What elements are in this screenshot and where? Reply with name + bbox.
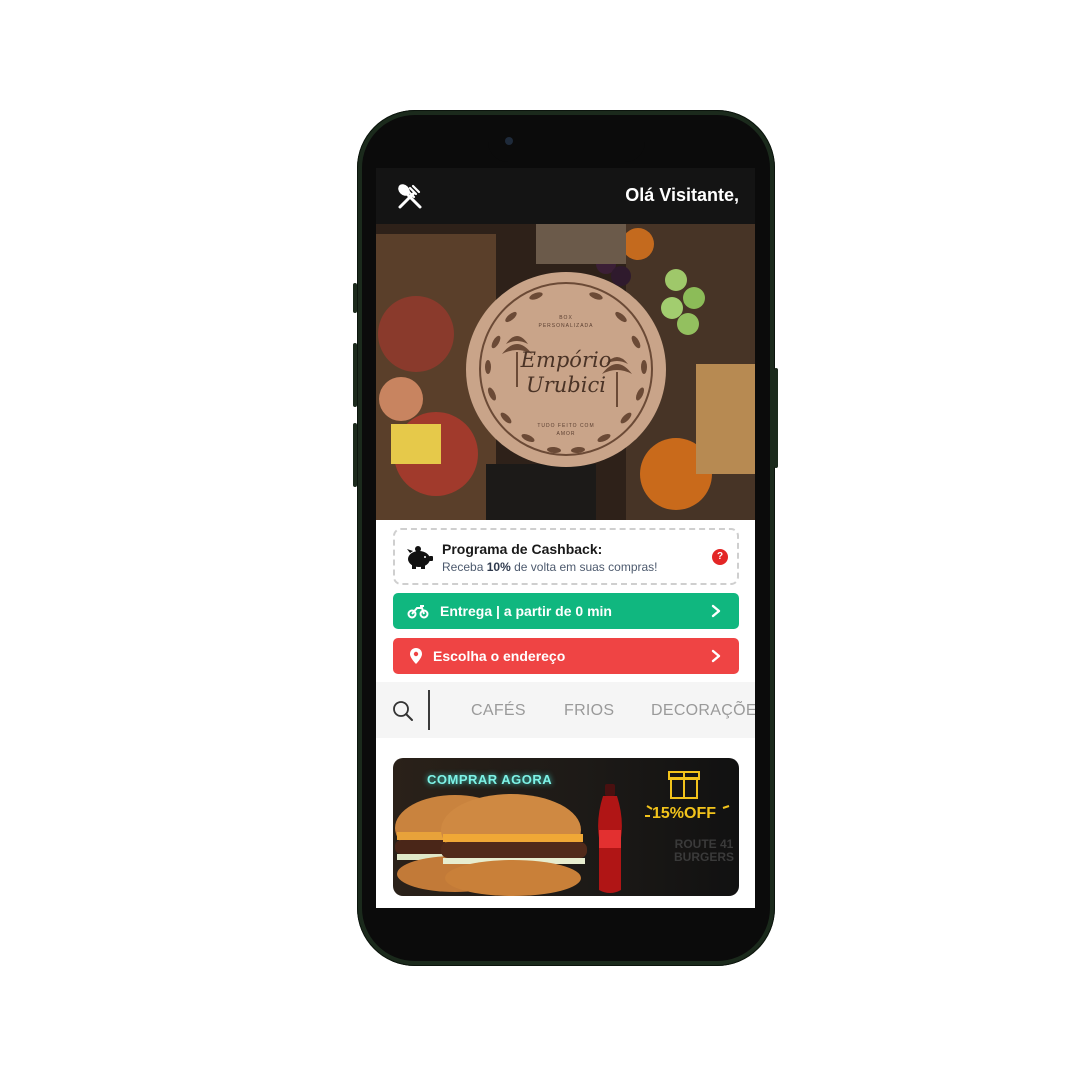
cashback-card[interactable]: Programa de Cashback: Receba 10% de volt… [393, 528, 739, 585]
search-icon[interactable] [392, 700, 414, 722]
cashback-subtitle: Receba 10% de volta em suas compras! [442, 560, 658, 574]
brand-line2: BURGERS [674, 850, 735, 864]
hero-banner-image: BOX PERSONALIZADA Empório Urubici TUDO F… [376, 224, 755, 520]
cashback-title: Programa de Cashback: [442, 541, 603, 557]
phone-power-button [774, 368, 778, 468]
category-tab-decoracoes[interactable]: DECORAÇÕES [651, 702, 755, 720]
store-logo: BOX PERSONALIZADA Empório Urubici TUDO F… [466, 272, 666, 467]
logo-name-line1: Empório [520, 348, 612, 372]
camera-icon [505, 137, 513, 145]
map-pin-icon [410, 648, 422, 664]
logo-tagline-bottom: TUDO FEITO COM AMOR [537, 423, 595, 437]
piggy-bank-icon [407, 546, 433, 569]
category-tab-cafes[interactable]: CAFÉS [471, 702, 526, 720]
cashback-percent: 10% [486, 560, 511, 574]
discount-label: 15%OFF [652, 805, 717, 822]
greeting-text: Olá Visitante, [625, 185, 739, 205]
cashback-sub-prefix: Receba [442, 560, 484, 574]
choose-address-button[interactable]: Escolha o endereço [393, 638, 739, 674]
delivery-button[interactable]: Entrega | a partir de 0 min [393, 593, 739, 629]
utensils-icon[interactable] [396, 182, 424, 210]
motorcycle-icon [407, 605, 429, 619]
phone-volume-down [353, 423, 357, 487]
address-label: Escolha o endereço [433, 648, 566, 664]
category-bar: CAFÉS FRIOS DECORAÇÕES [376, 682, 755, 738]
top-bar: Olá Visitante, [376, 168, 755, 224]
phone-side-button [353, 283, 357, 313]
brand-line1: ROUTE 41 [674, 837, 734, 851]
cashback-sub-suffix: de volta em suas compras! [514, 560, 658, 574]
brand-logo: ROUTE 41 BURGERS [674, 838, 734, 864]
delivery-label: Entrega | a partir de 0 min [440, 603, 612, 619]
logo-tagline-top: BOX PERSONALIZADA [538, 315, 594, 329]
category-divider [428, 690, 430, 730]
chevron-right-icon [711, 649, 721, 663]
phone-volume-up [353, 343, 357, 407]
category-tab-frios[interactable]: FRIOS [564, 702, 614, 720]
chevron-right-icon [711, 604, 721, 618]
app-screen: Olá Visitante, BOX PERSONALIZADA Empório… [376, 168, 755, 908]
logo-name-line2: Urubici [526, 373, 606, 397]
help-icon[interactable]: ? [712, 549, 728, 565]
promo-banner[interactable]: COMPRAR AGORA 15%OFF ROUTE 41 BURGERS [393, 758, 739, 896]
buy-now-label: COMPRAR AGORA [427, 772, 553, 787]
